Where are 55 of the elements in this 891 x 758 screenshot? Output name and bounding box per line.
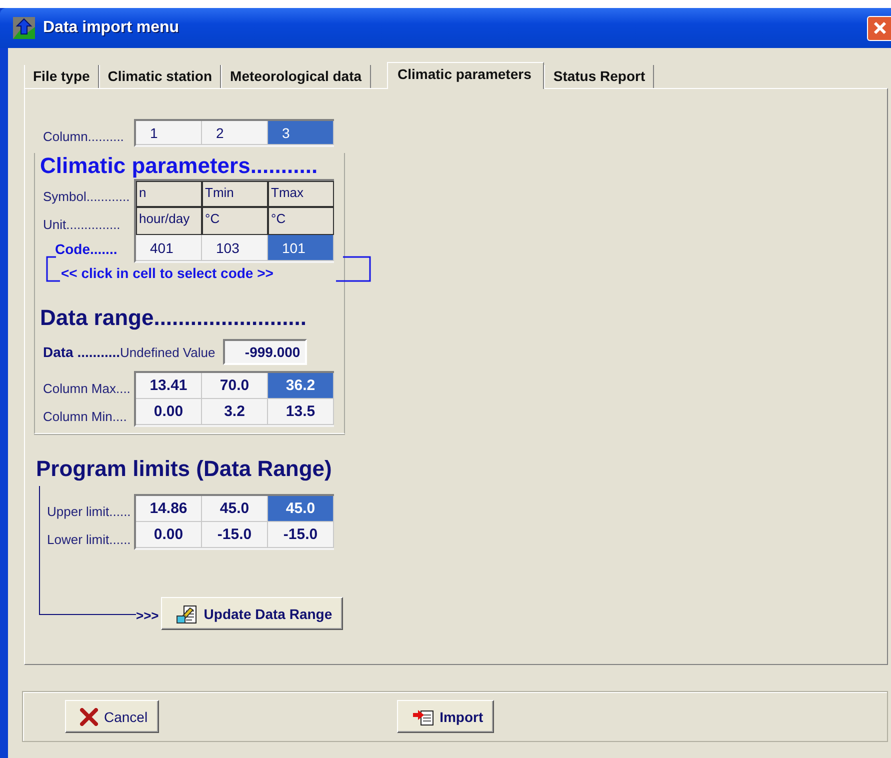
grid-cell[interactable]: 70.0 xyxy=(202,373,268,399)
grid-cell[interactable]: 2 xyxy=(202,121,268,145)
grid-cell[interactable]: Tmin xyxy=(202,181,268,207)
row-label: Column Max.... xyxy=(43,380,132,398)
grid-cell[interactable]: 3 xyxy=(268,121,334,145)
data-label: Data ........... xyxy=(43,344,120,360)
grid-cell[interactable]: hour/day xyxy=(136,207,202,235)
grid-cell[interactable]: 36.2 xyxy=(268,373,334,399)
undefined-value-label: Undefined Value xyxy=(120,344,216,360)
grid-cell[interactable]: 13.41 xyxy=(136,373,202,399)
grid-cell[interactable]: -15.0 xyxy=(268,522,334,548)
grid-cell[interactable]: 3.2 xyxy=(202,399,268,425)
section-heading: Data range......................... xyxy=(40,305,308,331)
close-icon xyxy=(872,21,886,35)
cross-icon xyxy=(80,708,98,726)
tab[interactable]: File type xyxy=(24,65,99,88)
grid-cell[interactable]: °C xyxy=(202,207,268,235)
app-icon xyxy=(13,17,35,39)
row-label: Unit............... xyxy=(43,216,122,234)
grid-cell[interactable]: 13.5 xyxy=(268,399,334,425)
undefined-value-field[interactable]: -999.000 xyxy=(223,339,308,365)
grid-cell[interactable]: 0.00 xyxy=(136,522,202,548)
cancel-button[interactable]: Cancel xyxy=(65,700,159,733)
row-label: Column Min.... xyxy=(43,408,128,426)
row-label: Lower limit...... xyxy=(47,531,132,549)
grid-cell[interactable]: 45.0 xyxy=(202,496,268,522)
tab[interactable]: Climatic station xyxy=(98,65,222,88)
tab[interactable]: Status Report xyxy=(544,65,654,88)
import-icon xyxy=(412,708,434,726)
section-heading: Program limits (Data Range) xyxy=(36,456,333,482)
tab[interactable]: Climatic parameters xyxy=(386,62,544,89)
grid-cell[interactable]: 101 xyxy=(268,235,334,261)
document-pencil-icon xyxy=(176,602,198,624)
grid-cell[interactable]: 1 xyxy=(136,121,202,145)
grid-cell[interactable]: 0.00 xyxy=(136,399,202,425)
grid-cell[interactable]: -15.0 xyxy=(202,522,268,548)
update-button[interactable]: Update Data Range xyxy=(160,597,344,630)
tab[interactable]: Meteorological data xyxy=(221,65,371,88)
grid-cell[interactable]: 14.86 xyxy=(136,496,202,522)
arrow-text: >>> xyxy=(136,608,159,623)
row-label: Code....... xyxy=(54,240,118,259)
window-title: Data import menu xyxy=(43,19,180,37)
grid-cell[interactable]: Tmax xyxy=(268,181,334,207)
section-heading: Climatic parameters........... xyxy=(40,153,319,179)
row-label: Column.......... xyxy=(43,128,125,146)
grid-cell[interactable]: 103 xyxy=(202,235,268,261)
close-button[interactable] xyxy=(867,16,891,40)
row-label: Upper limit...... xyxy=(47,503,132,521)
hint-text: << click in cell to select code >> xyxy=(61,265,274,281)
grid-cell[interactable]: °C xyxy=(268,207,334,235)
grid-cell[interactable]: n xyxy=(136,181,202,207)
import-button[interactable]: Import xyxy=(396,700,494,733)
grid-cell[interactable]: 401 xyxy=(136,235,202,261)
row-label: Symbol............ xyxy=(43,188,131,206)
grid-cell[interactable]: 45.0 xyxy=(268,496,334,522)
